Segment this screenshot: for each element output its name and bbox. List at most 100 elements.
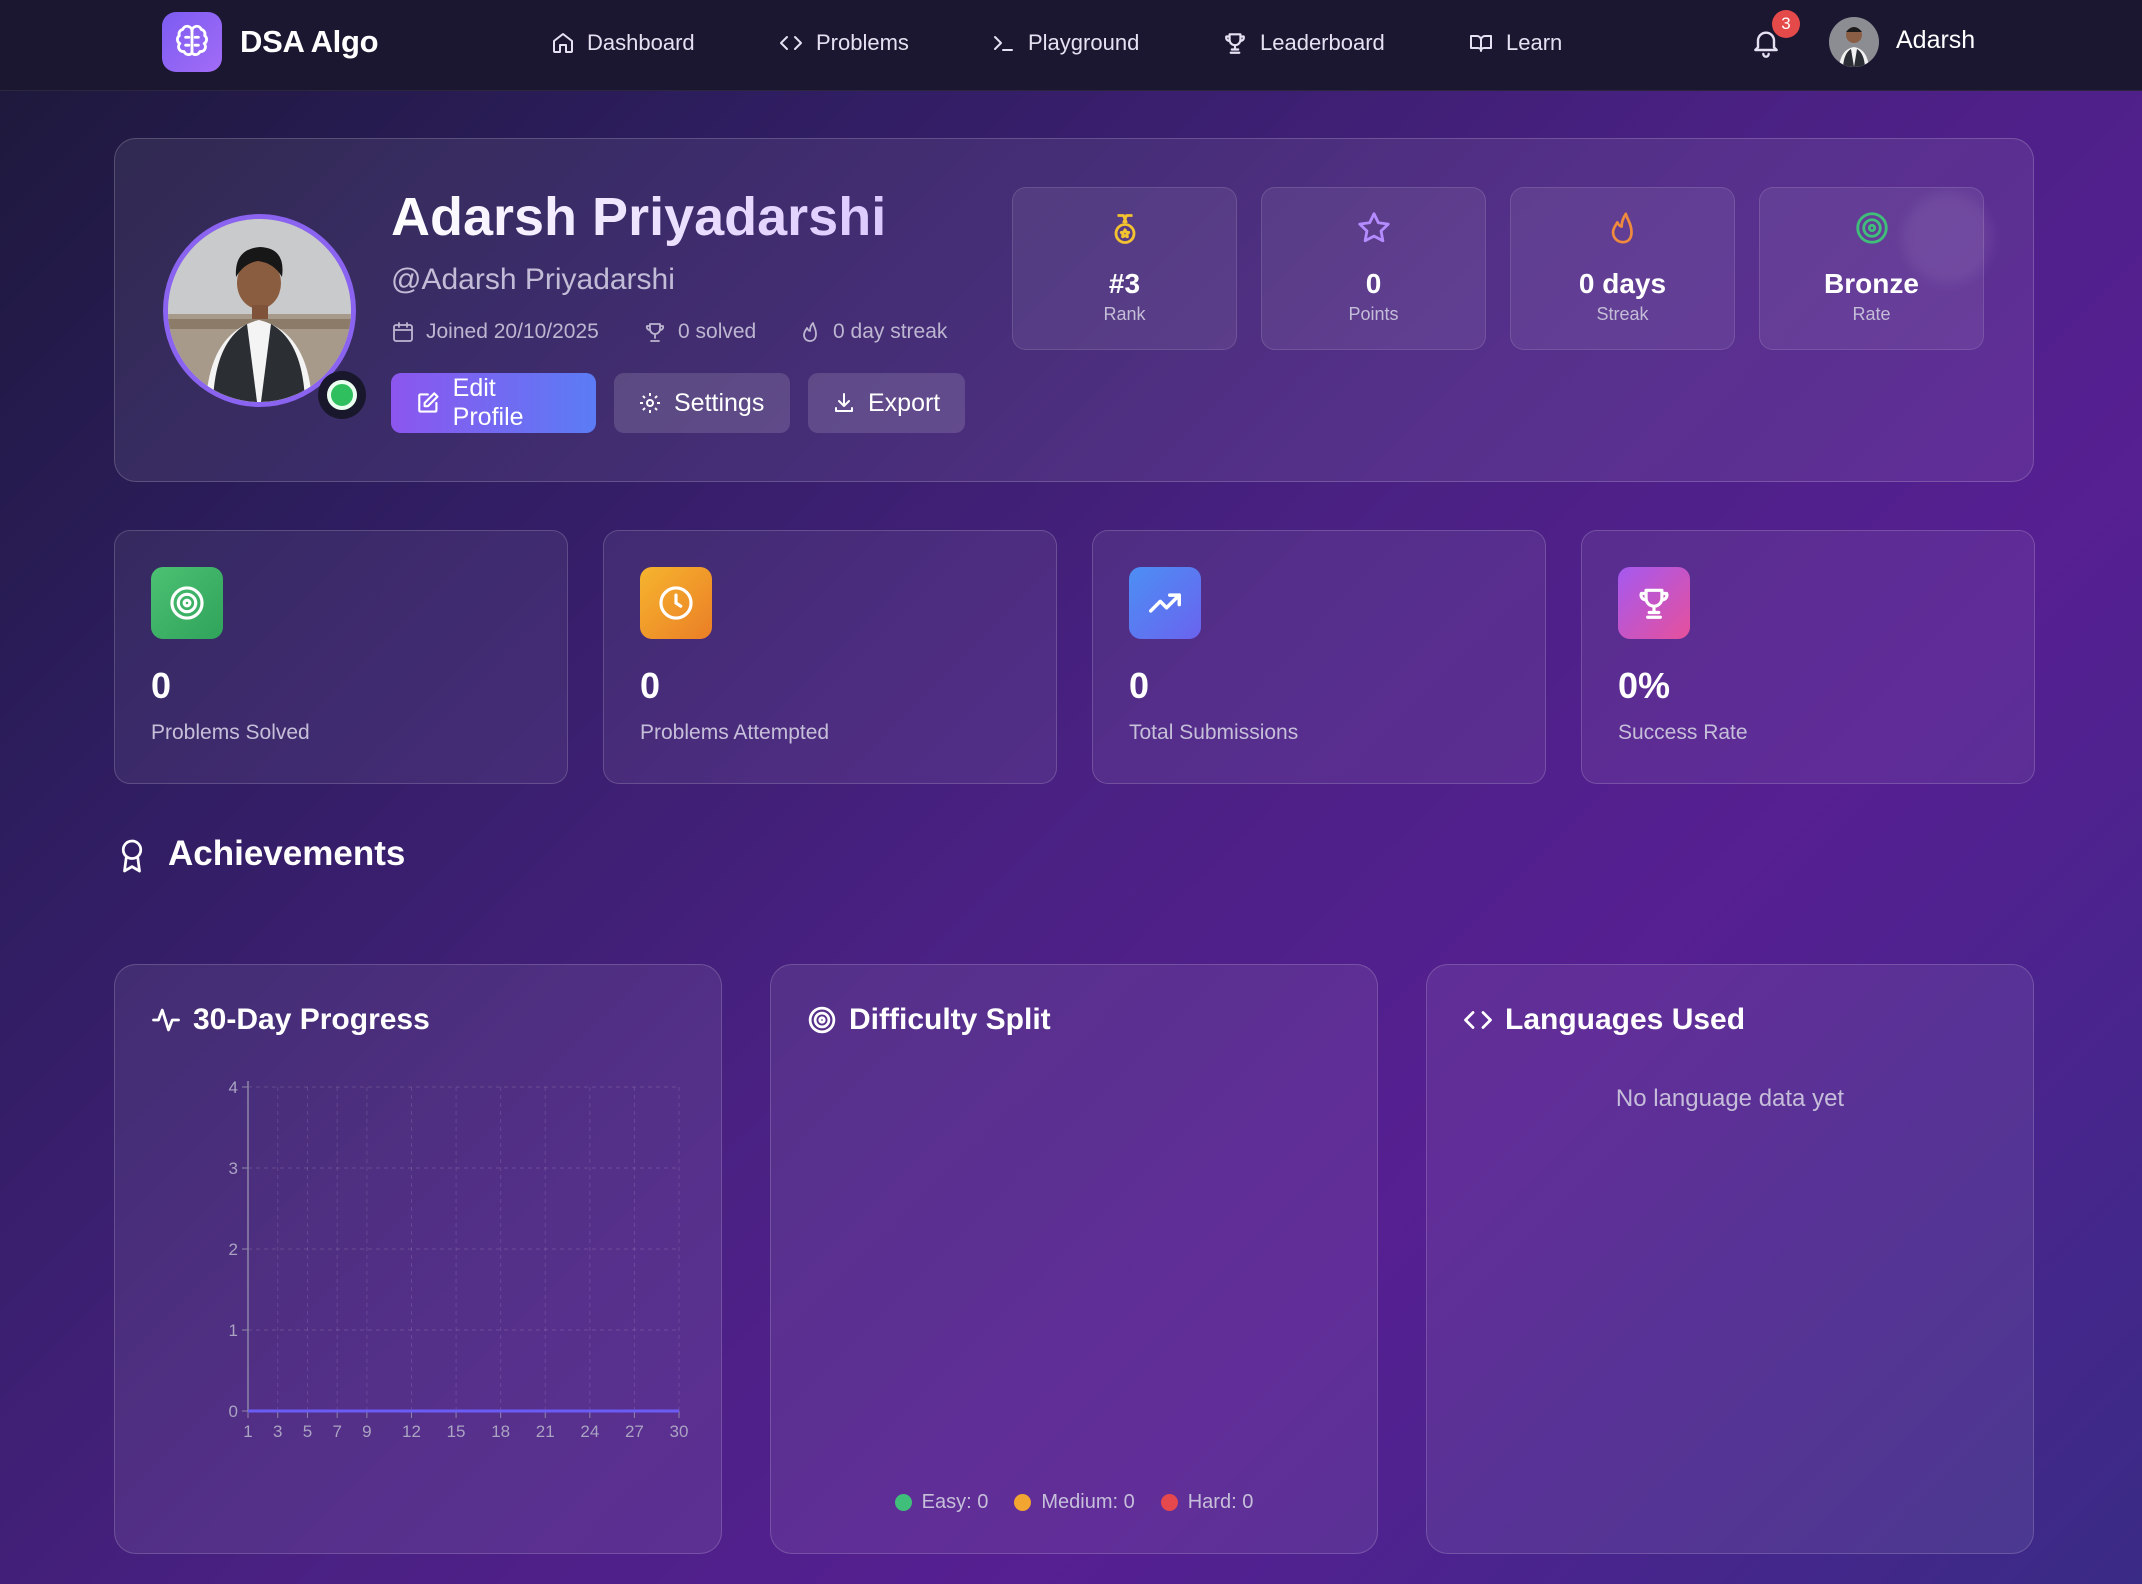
difficulty-title: Difficulty Split <box>849 1003 1051 1036</box>
solved-count: 0 solved <box>643 320 756 344</box>
total-submissions-value: 0 <box>1129 665 1150 706</box>
medal-icon <box>1114 214 1135 244</box>
streak-count: 0 day streak <box>798 320 947 344</box>
chart-x-tick-label: 9 <box>362 1422 371 1441</box>
medium-dot <box>1014 1494 1032 1511</box>
rank-value: #3 <box>1108 268 1141 299</box>
problems-attempted-card: 0 Problems Attempted <box>603 530 1057 784</box>
book-icon <box>1470 35 1492 52</box>
easy-dot <box>894 1494 912 1511</box>
trophy-icon <box>645 323 665 342</box>
chart-x-tick-label: 21 <box>536 1422 555 1441</box>
success-rate-card: 0% Success Rate <box>1581 530 2035 784</box>
hard-dot <box>1160 1494 1178 1511</box>
chart-x-tick-label: 30 <box>670 1422 689 1441</box>
solved-count-label: 0 solved <box>678 320 757 343</box>
chart-x-tick-label: 24 <box>580 1422 599 1441</box>
decorative-glow <box>1903 193 1993 283</box>
nav-leaderboard[interactable]: Leaderboard <box>1222 28 1385 58</box>
chart-x-tick-label: 12 <box>402 1422 421 1441</box>
online-status-indicator <box>318 371 366 419</box>
chart-y-tick-label: 0 <box>229 1402 238 1421</box>
top-navbar: DSA Algo Dashboard Problems Playground L… <box>0 0 2142 91</box>
joined-date-label: Joined 20/10/2025 <box>426 320 599 343</box>
notification-count-badge: 3 <box>1772 10 1800 38</box>
edit-profile-label: Edit Profile <box>452 374 524 431</box>
problems-attempted-value: 0 <box>640 665 661 706</box>
rank-stat: #3 Rank <box>1012 187 1237 350</box>
clock-icon <box>640 567 712 639</box>
nav-dashboard-label: Dashboard <box>587 30 695 55</box>
export-label: Export <box>868 388 941 417</box>
problems-solved-value: 0 <box>151 665 172 706</box>
languages-title: Languages Used <box>1505 1003 1746 1036</box>
chart-x-tick-label: 5 <box>303 1422 312 1441</box>
terminal-icon <box>994 36 1013 51</box>
joined-date: Joined 20/10/2025 <box>391 320 599 344</box>
chart-y-tick-label: 1 <box>229 1321 238 1340</box>
chart-y-tick-label: 2 <box>229 1240 238 1259</box>
nav-dashboard[interactable]: Dashboard <box>551 28 695 58</box>
points-value: 0 <box>1365 268 1382 299</box>
flame-icon <box>1611 212 1633 244</box>
total-submissions-card: 0 Total Submissions <box>1092 530 1546 784</box>
brand-name[interactable]: DSA Algo <box>240 24 379 60</box>
chart-x-tick-label: 3 <box>273 1422 282 1441</box>
streak-stat: 0 days Streak <box>1510 187 1735 350</box>
progress-panel: 30-Day Progress 0 1 2 3 4 1 3 5 7 9 12 15 18 21 24 27 30 <box>114 964 722 1554</box>
chart-x-tick-label: 1 <box>243 1422 252 1441</box>
legend-easy: Easy: 0 <box>894 1491 989 1514</box>
export-button[interactable]: Export <box>808 373 965 433</box>
code-icon <box>780 36 802 50</box>
chart-y-tick-label: 3 <box>229 1159 238 1178</box>
achievements-title: Achievements <box>168 834 406 873</box>
chart-x-tick-label: 27 <box>625 1422 644 1441</box>
legend-medium-label: Medium: 0 <box>1041 1491 1135 1513</box>
trending-up-icon <box>1129 567 1201 639</box>
difficulty-title-row: Difficulty Split <box>807 1003 1051 1037</box>
edit-profile-button[interactable]: Edit Profile <box>391 373 596 433</box>
nav-learn-label: Learn <box>1506 30 1563 55</box>
nav-playground[interactable]: Playground <box>990 28 1139 58</box>
target-icon <box>808 1006 836 1034</box>
nav-learn[interactable]: Learn <box>1468 28 1562 58</box>
points-stat: 0 Points <box>1261 187 1486 350</box>
streak-count-label: 0 day streak <box>833 320 948 343</box>
star-icon <box>1357 212 1390 243</box>
problems-solved-label: Problems Solved <box>151 721 310 744</box>
legend-hard: Hard: 0 <box>1160 1491 1253 1514</box>
legend-easy-label: Easy: 0 <box>921 1491 989 1513</box>
target-icon <box>151 567 223 639</box>
edit-icon <box>418 392 439 413</box>
total-submissions-label: Total Submissions <box>1129 721 1299 744</box>
nav-problems[interactable]: Problems <box>778 28 909 58</box>
trophy-icon <box>1225 33 1245 54</box>
rank-label: Rank <box>1103 304 1146 324</box>
flame-icon <box>803 322 817 342</box>
code-icon <box>1464 1011 1492 1029</box>
nav-username[interactable]: Adarsh <box>1896 26 1975 55</box>
problems-solved-card: 0 Problems Solved <box>114 530 568 784</box>
success-rate-value: 0% <box>1618 665 1671 706</box>
chart-y-tick-label: 4 <box>229 1078 238 1097</box>
settings-label: Settings <box>674 388 765 417</box>
languages-empty-state: No language data yet <box>1615 1085 1845 1112</box>
home-icon <box>553 33 573 53</box>
trophy-icon <box>1618 567 1690 639</box>
languages-panel: Languages Used No language data yet <box>1426 964 2034 1554</box>
legend-medium: Medium: 0 <box>1014 1491 1135 1514</box>
chart-x-tick-label: 18 <box>491 1422 510 1441</box>
award-icon <box>117 838 147 874</box>
calendar-icon <box>393 322 413 342</box>
streak-value: 0 days <box>1578 268 1667 299</box>
streak-label: Streak <box>1596 304 1649 324</box>
chart-x-tick-label: 7 <box>332 1422 341 1441</box>
progress-line-chart: 012341 3 5 7 9 12 15 18 21 24 27 30 <box>229 1078 689 1441</box>
avatar[interactable] <box>1829 17 1879 67</box>
settings-button[interactable]: Settings <box>614 373 790 433</box>
nav-problems-label: Problems <box>816 30 909 55</box>
brain-logo-icon[interactable] <box>162 12 222 72</box>
download-icon <box>835 393 853 412</box>
target-icon <box>1855 212 1888 244</box>
chart-x-tick-label: 15 <box>447 1422 466 1441</box>
